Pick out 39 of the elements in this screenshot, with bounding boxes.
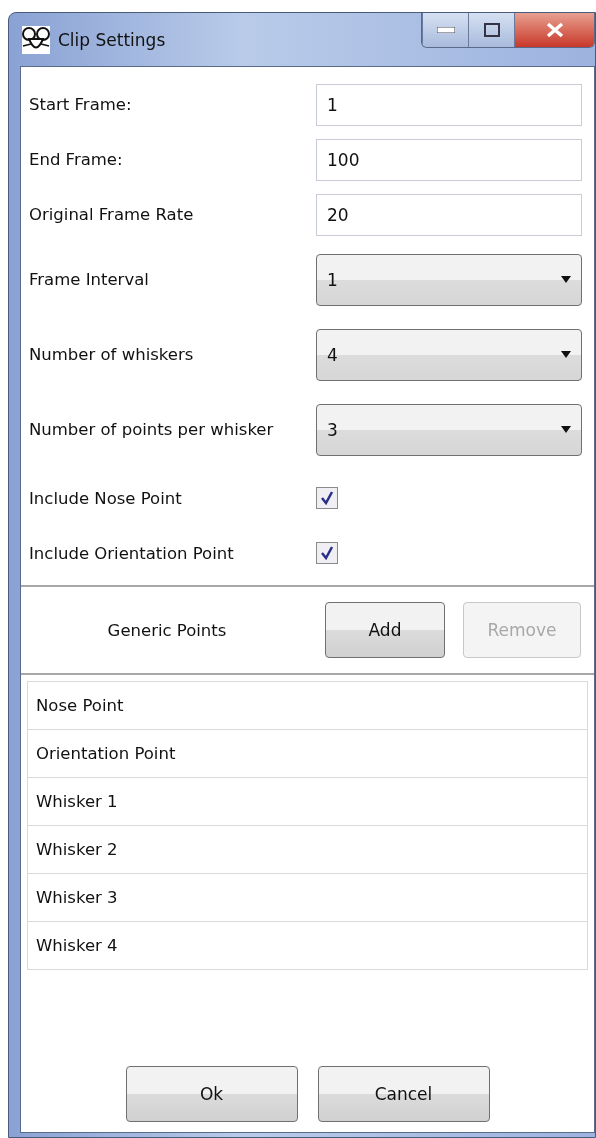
list-item[interactable]: Nose Point — [27, 681, 588, 730]
add-button[interactable]: Add — [325, 602, 445, 658]
text-field[interactable]: 20 — [316, 193, 582, 236]
field-label: Start Frame: — [29, 95, 133, 114]
caret-icon — [561, 276, 571, 283]
field-label: Original Frame Rate — [29, 205, 195, 224]
list-item[interactable]: Orientation Point — [27, 729, 588, 778]
section-label: Generic Points — [106, 620, 228, 640]
list-item[interactable]: Whisker 3 — [27, 873, 588, 922]
field-label: Number of whiskers — [29, 345, 195, 364]
minimize-button[interactable] — [422, 13, 468, 47]
list-item[interactable]: Whisker 1 — [27, 777, 588, 826]
minimize-icon — [436, 27, 455, 33]
field-label: End Frame: — [29, 150, 124, 169]
checkbox-label: Include Nose Point — [29, 488, 183, 508]
caret-icon — [561, 351, 571, 358]
dropdown[interactable]: 4 — [316, 328, 582, 381]
cancel-button[interactable]: Cancel — [317, 1066, 490, 1122]
window-title: Clip Settings — [58, 29, 167, 50]
maximize-icon — [483, 23, 500, 37]
list-item[interactable]: Whisker 4 — [27, 921, 588, 970]
field-label: Number of points per whisker — [29, 420, 275, 439]
field-label: Frame Interval — [29, 270, 150, 289]
text-field[interactable]: 1 — [316, 83, 582, 126]
caret-icon — [561, 426, 571, 433]
maximize-button[interactable] — [468, 13, 514, 47]
checkbox[interactable] — [316, 487, 338, 509]
close-icon — [545, 22, 564, 38]
ok-button[interactable]: Ok — [125, 1066, 298, 1122]
checkbox[interactable] — [316, 542, 338, 564]
checkmark-icon — [320, 491, 334, 505]
checkbox-label: Include Orientation Point — [29, 543, 235, 563]
dropdown[interactable]: 3 — [316, 403, 582, 456]
list-item[interactable]: Whisker 2 — [27, 825, 588, 874]
close-button[interactable] — [514, 13, 594, 47]
dropdown[interactable]: 1 — [316, 253, 582, 306]
checkmark-icon — [320, 546, 334, 560]
text-field[interactable]: 100 — [316, 138, 582, 181]
mouse-icon — [22, 25, 50, 54]
